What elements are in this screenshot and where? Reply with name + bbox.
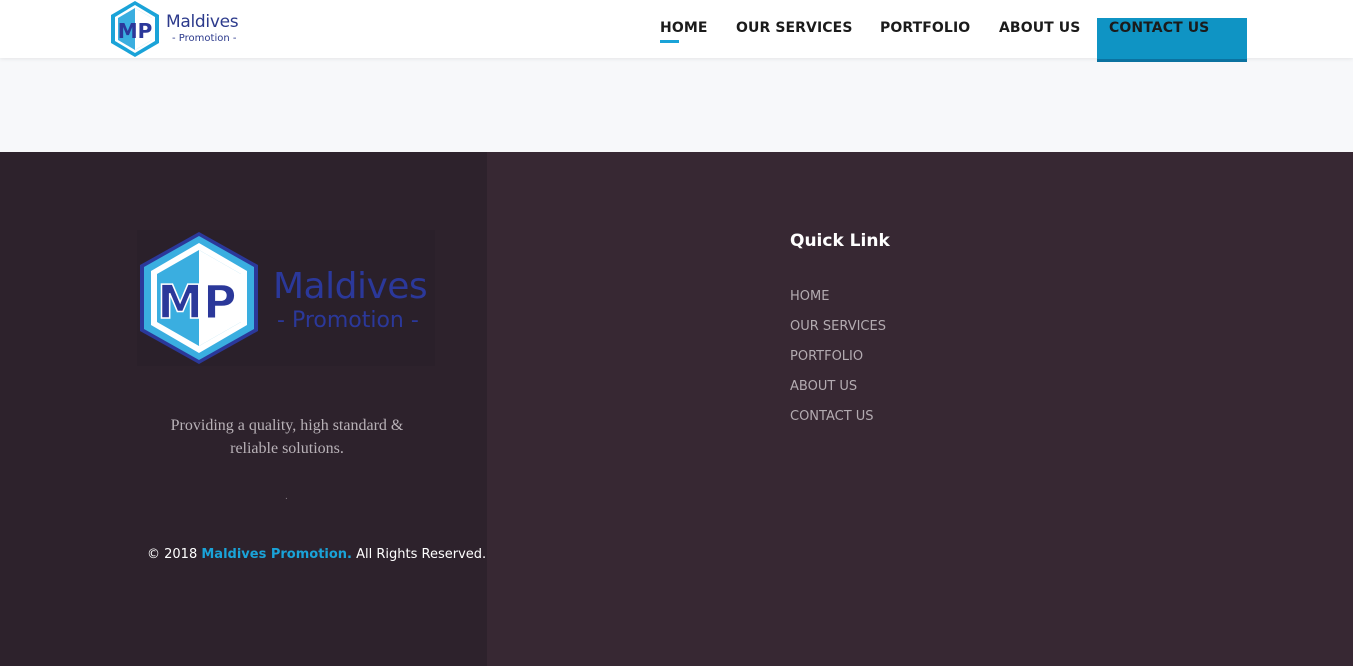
footer-logo-name: Maldives <box>273 266 428 307</box>
nav-contact-us[interactable]: CONTACT US <box>1109 20 1209 36</box>
svg-text:MP: MP <box>157 275 237 329</box>
nav-active-indicator <box>660 40 679 43</box>
quick-link-contact-us[interactable]: CONTACT US <box>790 409 874 424</box>
quick-link-home[interactable]: HOME <box>790 289 829 304</box>
mp-logo-large-icon: MP <box>140 232 258 364</box>
nav-home[interactable]: HOME <box>660 20 708 36</box>
footer-logo: MP Maldives - Promotion - <box>137 230 435 366</box>
copyright-text: © 2018 Maldives Promotion. All Rights Re… <box>147 547 487 562</box>
quick-link-about-us[interactable]: ABOUT US <box>790 379 857 394</box>
nav-portfolio[interactable]: PORTFOLIO <box>880 20 970 36</box>
site-footer: MP Maldives - Promotion - Providing a qu… <box>0 152 1353 666</box>
footer-dot: . <box>285 491 288 502</box>
copyright-brand-link[interactable]: Maldives Promotion. <box>201 547 352 562</box>
nav-our-services[interactable]: OUR SERVICES <box>736 20 853 36</box>
nav-about-us[interactable]: ABOUT US <box>999 20 1080 36</box>
footer-tagline: Providing a quality, high standard & rel… <box>170 417 404 457</box>
footer-logo-sub: - Promotion - <box>277 308 419 333</box>
site-header: MP Maldives - Promotion - HOME OUR SERVI… <box>0 0 1353 62</box>
footer-brand-panel: MP Maldives - Promotion - Providing a qu… <box>0 152 487 666</box>
quick-link-title: Quick Link <box>790 231 890 251</box>
quick-link-our-services[interactable]: OUR SERVICES <box>790 319 886 334</box>
quick-link-portfolio[interactable]: PORTFOLIO <box>790 349 863 364</box>
quick-link-list: HOME OUR SERVICES PORTFOLIO ABOUT US CON… <box>790 287 886 437</box>
